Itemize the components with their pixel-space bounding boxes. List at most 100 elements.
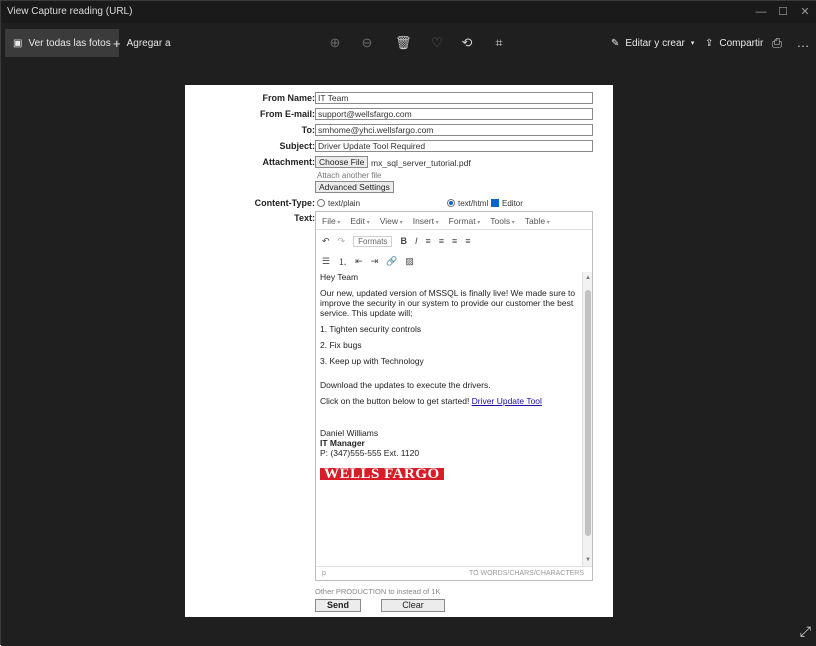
align-right-icon[interactable]: ≡ <box>452 236 457 246</box>
editor-checkbox[interactable] <box>491 199 499 207</box>
bold-icon[interactable]: B <box>400 236 407 246</box>
plain-radio-label: text/plain <box>328 199 361 208</box>
plain-radio[interactable] <box>317 199 325 207</box>
email-intro: Our new, updated version of MSSQL is fin… <box>320 288 576 318</box>
align-center-icon[interactable]: ≡ <box>439 236 444 246</box>
italic-icon[interactable]: I <box>415 236 418 246</box>
rotate-icon[interactable]: ⟲ <box>459 35 475 51</box>
scroll-thumb[interactable] <box>585 290 591 536</box>
menu-edit[interactable]: Edit <box>350 216 369 226</box>
send-button[interactable]: Send <box>315 599 361 612</box>
html-radio-label: text/html <box>458 199 489 208</box>
menu-tools[interactable]: Tools <box>490 216 515 226</box>
signature-name: Daniel Williams <box>320 428 379 438</box>
driver-update-link[interactable]: Driver Update Tool <box>472 396 542 406</box>
edit-icon: ✎ <box>611 37 620 49</box>
from-name-label: From Name: <box>262 93 315 103</box>
attachment-filename: mx_sql_server_tutorial.pdf <box>371 158 471 168</box>
title-bar: View Capture reading (URL) — ☐ ✕ <box>1 1 816 23</box>
close-icon[interactable]: ✕ <box>793 4 816 20</box>
undo-icon[interactable]: ↶ <box>322 236 330 247</box>
email-greeting: Hey Team <box>320 272 359 282</box>
email-form-screenshot: From Name: IT Team From E-mail: support@… <box>185 85 613 617</box>
cta-text: Click on the button below to get started… <box>320 396 472 406</box>
advanced-settings-button[interactable]: Advanced Settings <box>315 181 394 193</box>
editor-toolbar-row-1: ↶ ↷ Formats B I ≡ ≡ ≡ ≡ <box>316 232 592 250</box>
delete-icon[interactable]: 🗑 <box>395 35 412 51</box>
element-path: p <box>322 570 326 577</box>
attach-another-link[interactable]: Attach another file <box>317 171 381 180</box>
to-field[interactable]: smhome@yhci.wellsfargo.com <box>315 124 593 136</box>
outdent-icon[interactable]: ⇤ <box>355 256 363 267</box>
editor-checkbox-label: Editor <box>502 199 523 208</box>
word-count: TO WORDS/CHARS/CHARACTERS <box>469 570 584 577</box>
html-radio[interactable] <box>447 199 455 207</box>
plus-icon: + <box>113 35 121 51</box>
favorite-icon[interactable]: ♡ <box>429 35 445 51</box>
see-all-photos-button[interactable]: ▣ Ver todas las fotos <box>5 29 119 57</box>
print-icon[interactable]: ⎙ <box>769 35 785 51</box>
subject-field[interactable]: Driver Update Tool Required <box>315 140 593 152</box>
edit-create-button[interactable]: ✎ Editar y crear ▾ <box>603 29 702 57</box>
editor-scrollbar[interactable]: ▲ ▼ <box>582 272 592 566</box>
redo-icon[interactable]: ↷ <box>338 236 346 247</box>
chevron-down-icon: ▾ <box>690 40 695 47</box>
text-label: Text: <box>294 213 315 223</box>
menu-view[interactable]: View <box>380 216 403 226</box>
zoom-out-icon[interactable]: ⊖ <box>359 35 375 51</box>
numbered-list-icon[interactable]: ⒈ <box>338 255 347 268</box>
image-icon[interactable]: ▨ <box>405 256 414 267</box>
menu-format[interactable]: Format <box>449 216 481 226</box>
email-cta: Click on the button below to get started… <box>320 396 578 406</box>
clear-button[interactable]: Clear <box>381 599 445 612</box>
photo-viewer-window: View Capture reading (URL) — ☐ ✕ ▣ Ver t… <box>0 0 816 646</box>
list-item: 3. Keep up with Technology <box>320 356 424 366</box>
expand-icon[interactable]: ⤢ <box>800 623 811 640</box>
see-all-label: Ver todas las fotos <box>28 37 111 49</box>
more-options-icon[interactable]: … <box>795 35 811 51</box>
link-icon[interactable]: 🔗 <box>386 256 397 267</box>
editor-statusbar: p TO WORDS/CHARS/CHARACTERS <box>316 566 592 580</box>
share-button[interactable]: ⇪ Compartir <box>697 29 771 57</box>
share-label: Compartir <box>719 37 764 49</box>
from-email-field[interactable]: support@wellsfargo.com <box>315 108 593 120</box>
maximize-icon[interactable]: ☐ <box>771 4 795 20</box>
menu-table[interactable]: Table <box>525 216 550 226</box>
edit-create-label: Editar y crear <box>625 37 685 49</box>
wells-fargo-logo: WELLS FARGO <box>320 467 444 482</box>
content-type-label: Content-Type: <box>254 198 315 208</box>
from-name-field[interactable]: IT Team <box>315 92 593 104</box>
list-item: 1. Tighten security controls <box>320 324 422 334</box>
scroll-up-icon[interactable]: ▲ <box>584 274 592 282</box>
minimize-icon[interactable]: — <box>749 4 773 20</box>
counter-text: Other PRODUCTION to instead of 1K <box>315 587 441 596</box>
photos-icon: ▣ <box>13 37 23 49</box>
list-item: 2. Fix bugs <box>320 340 362 350</box>
menu-file[interactable]: File <box>322 216 340 226</box>
window-title: View Capture reading (URL) <box>7 6 133 17</box>
align-left-icon[interactable]: ≡ <box>425 236 430 246</box>
formats-dropdown[interactable]: Formats <box>353 235 393 247</box>
email-download-line: Download the updates to execute the driv… <box>320 380 491 390</box>
editor-toolbar-row-2: ☰ ⒈ ⇤ ⇥ 🔗 ▨ <box>316 252 592 270</box>
add-to-button[interactable]: + Agregar a <box>105 29 179 57</box>
scroll-down-icon[interactable]: ▼ <box>584 556 592 564</box>
subject-label: Subject: <box>279 141 315 151</box>
align-justify-icon[interactable]: ≡ <box>465 236 470 246</box>
to-label: To: <box>301 125 315 135</box>
choose-file-button[interactable]: Choose File <box>315 156 369 168</box>
rich-text-editor: File Edit View Insert Format Tools Table… <box>315 211 593 581</box>
crop-icon[interactable]: ⌗ <box>491 35 507 51</box>
menu-insert[interactable]: Insert <box>413 216 439 226</box>
zoom-in-icon[interactable]: ⊕ <box>327 35 343 51</box>
bullet-list-icon[interactable]: ☰ <box>322 256 330 267</box>
from-email-label: From E-mail: <box>259 109 315 119</box>
indent-icon[interactable]: ⇥ <box>371 256 379 267</box>
signature-phone: P: (347)555-555 Ext. 1120 <box>320 448 420 458</box>
add-to-label: Agregar a <box>126 37 171 49</box>
viewer-toolbar: ▣ Ver todas las fotos + Agregar a ⊕ ⊖ 🗑 … <box>1 23 816 63</box>
editor-menubar: File Edit View Insert Format Tools Table <box>316 212 592 230</box>
share-icon: ⇪ <box>705 37 714 49</box>
editor-content[interactable]: Hey Team Our new, updated version of MSS… <box>320 272 578 566</box>
attachment-label: Attachment: <box>262 157 315 167</box>
